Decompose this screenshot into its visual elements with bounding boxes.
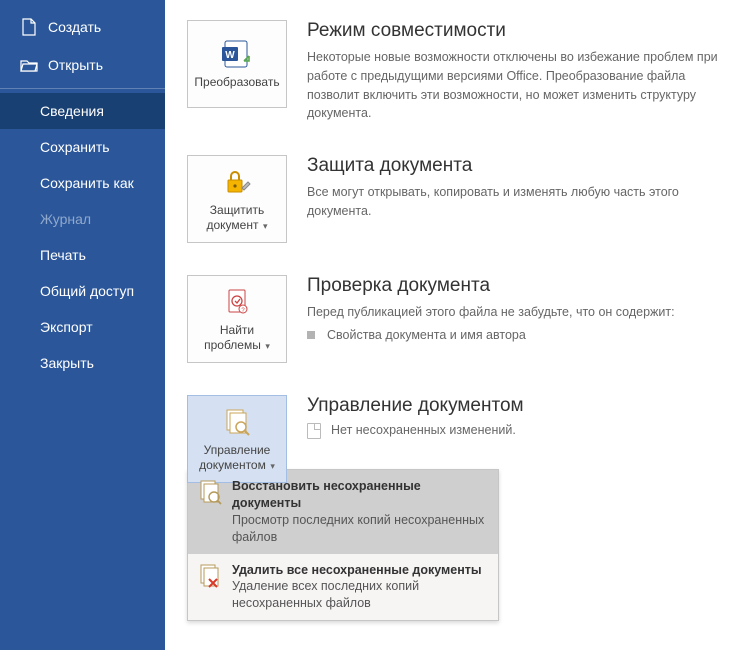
section-desc: Перед публикацией этого файла не забудьт…	[307, 303, 730, 322]
sidebar-label: Печать	[40, 247, 86, 263]
manage-note-text: Нет несохраненных изменений.	[331, 423, 516, 437]
open-folder-icon	[20, 56, 38, 74]
menu-title: Удалить все несохраненные документы	[232, 562, 488, 579]
menu-delete-unsaved[interactable]: Удалить все несохраненные документы Удал…	[188, 554, 498, 621]
section-protect: Защитить документ ▾ Защита документа Все…	[187, 155, 730, 243]
section-title: Проверка документа	[307, 275, 730, 297]
section-inspect: ? Найти проблемы ▾ Проверка документа Пе…	[187, 275, 730, 363]
sidebar-label: Журнал	[40, 211, 91, 227]
sidebar-label: Экспорт	[40, 319, 93, 335]
manage-document-menu: Восстановить несохраненные документы Про…	[187, 469, 499, 621]
section-compatibility: W Преобразовать Режим совместимости Неко…	[187, 20, 730, 123]
menu-text: Восстановить несохраненные документы Про…	[232, 478, 488, 546]
tile-label: Преобразовать	[194, 75, 279, 89]
document-icon	[307, 423, 321, 439]
sidebar-label: Сохранить как	[40, 175, 134, 191]
menu-text: Удалить все несохраненные документы Удал…	[232, 562, 488, 613]
chevron-down-icon: ▾	[268, 461, 275, 471]
divider	[0, 88, 165, 89]
sidebar-label: Открыть	[48, 57, 103, 73]
bullet-icon	[307, 331, 315, 339]
section-body: Проверка документа Перед публикацией это…	[307, 275, 730, 342]
manage-note: Нет несохраненных изменений.	[307, 423, 730, 439]
menu-desc: Удаление всех последних копий несохранен…	[232, 578, 488, 612]
bullet-text: Свойства документа и имя автора	[327, 328, 526, 342]
sidebar-item-close[interactable]: Закрыть	[0, 345, 165, 381]
lock-key-icon	[222, 166, 252, 198]
section-desc: Все могут открывать, копировать и изменя…	[307, 183, 730, 221]
section-title: Защита документа	[307, 155, 730, 177]
sidebar-item-share[interactable]: Общий доступ	[0, 273, 165, 309]
tile-label: Управление документом ▾	[192, 443, 282, 472]
tile-label: Защитить документ ▾	[192, 203, 282, 232]
section-title: Управление документом	[307, 395, 730, 417]
manage-document-button[interactable]: Управление документом ▾	[187, 395, 287, 483]
menu-title: Восстановить несохраненные документы	[232, 478, 488, 512]
new-file-icon	[20, 18, 38, 36]
delete-icon	[198, 562, 222, 590]
sidebar-item-print[interactable]: Печать	[0, 237, 165, 273]
sidebar-item-save[interactable]: Сохранить	[0, 129, 165, 165]
check-issues-button[interactable]: ? Найти проблемы ▾	[187, 275, 287, 363]
sidebar-label: Сохранить	[40, 139, 110, 155]
section-desc: Некоторые новые возможности отключены во…	[307, 48, 730, 123]
sidebar-label: Создать	[48, 19, 101, 35]
protect-document-button[interactable]: Защитить документ ▾	[187, 155, 287, 243]
section-manage: Управление документом ▾ Управление докум…	[187, 395, 730, 621]
sidebar-label: Сведения	[40, 103, 104, 119]
section-body: Режим совместимости Некоторые новые возм…	[307, 20, 730, 123]
sidebar-item-export[interactable]: Экспорт	[0, 309, 165, 345]
info-panel: W Преобразовать Режим совместимости Неко…	[165, 0, 750, 650]
inspect-bullet: Свойства документа и имя автора	[307, 328, 730, 342]
chevron-down-icon: ▾	[260, 221, 267, 231]
sidebar-item-history: Журнал	[0, 201, 165, 237]
inspect-icon: ?	[223, 286, 251, 318]
menu-recover-unsaved[interactable]: Восстановить несохраненные документы Про…	[188, 470, 498, 554]
backstage-sidebar: Создать Открыть Сведения Сохранить Сохра…	[0, 0, 165, 650]
tile-label: Найти проблемы ▾	[192, 323, 282, 352]
sidebar-item-info[interactable]: Сведения	[0, 93, 165, 129]
section-body: Управление документом Нет несохраненных …	[307, 395, 730, 439]
sidebar-item-new[interactable]: Создать	[0, 8, 165, 46]
chevron-down-icon: ▾	[263, 341, 270, 351]
sidebar-label: Общий доступ	[40, 283, 134, 299]
sidebar-item-open[interactable]: Открыть	[0, 46, 165, 84]
recover-icon	[198, 478, 222, 506]
sidebar-label: Закрыть	[40, 355, 94, 371]
convert-button[interactable]: W Преобразовать	[187, 20, 287, 108]
manage-document-icon	[222, 406, 252, 438]
menu-desc: Просмотр последних копий несохраненных ф…	[232, 512, 488, 546]
section-title: Режим совместимости	[307, 20, 730, 42]
sidebar-item-saveas[interactable]: Сохранить как	[0, 165, 165, 201]
svg-text:W: W	[225, 50, 235, 61]
word-convert-icon: W	[221, 38, 253, 70]
section-body: Защита документа Все могут открывать, ко…	[307, 155, 730, 221]
